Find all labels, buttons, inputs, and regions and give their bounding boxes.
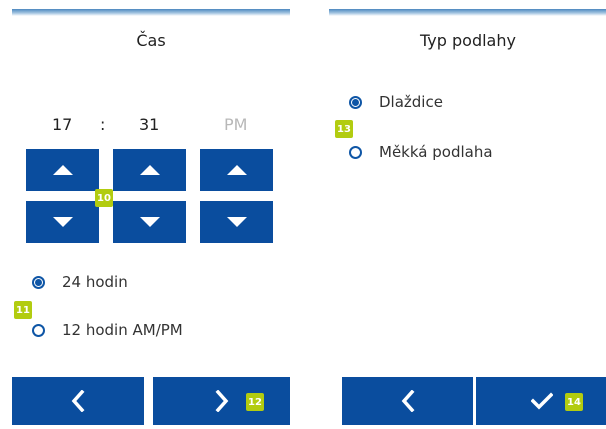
radio-button[interactable] bbox=[349, 145, 362, 159]
minutes-up-button[interactable] bbox=[113, 149, 186, 191]
confirm-button[interactable] bbox=[476, 377, 606, 425]
header-bar bbox=[329, 9, 606, 16]
chevron-left-icon bbox=[71, 390, 85, 412]
format-option-label: 24 hodin bbox=[62, 273, 128, 291]
floor-option-tiles[interactable]: Dlaždice bbox=[349, 93, 443, 111]
hours-up-button[interactable] bbox=[26, 149, 99, 191]
minutes-down-button[interactable] bbox=[113, 201, 186, 243]
callout-badge: 13 bbox=[335, 120, 353, 138]
ampm-up-button[interactable] bbox=[200, 149, 273, 191]
checkmark-icon bbox=[530, 392, 553, 410]
back-button[interactable] bbox=[12, 377, 144, 425]
triangle-down-icon bbox=[52, 217, 73, 227]
floor-type-screen: Typ podlahy Dlaždice 13 Měkká podlaha 14 bbox=[329, 9, 606, 429]
triangle-up-icon bbox=[226, 165, 247, 175]
time-settings-screen: Čas 17 : 31 PM 10 24 hodin 11 12 hodin A… bbox=[12, 9, 290, 429]
back-button[interactable] bbox=[342, 377, 473, 425]
format-option-12h[interactable]: 12 hodin AM/PM bbox=[32, 321, 183, 339]
triangle-down-icon bbox=[226, 217, 247, 227]
screen-title: Čas bbox=[136, 31, 166, 50]
screen-title: Typ podlahy bbox=[420, 31, 516, 50]
floor-option-label: Dlaždice bbox=[379, 93, 443, 111]
hours-down-button[interactable] bbox=[26, 201, 99, 243]
chevron-left-icon bbox=[401, 390, 414, 412]
floor-option-soft[interactable]: Měkká podlaha bbox=[349, 143, 493, 161]
radio-selected-dot bbox=[352, 98, 359, 106]
ampm-down-button[interactable] bbox=[200, 201, 273, 243]
format-option-label: 12 hodin AM/PM bbox=[62, 321, 183, 339]
next-button[interactable] bbox=[153, 377, 290, 425]
callout-badge: 12 bbox=[246, 393, 264, 411]
radio-button[interactable] bbox=[32, 275, 45, 289]
ampm-indicator: PM bbox=[224, 115, 248, 134]
time-separator: : bbox=[100, 115, 106, 134]
minutes-value: 31 bbox=[139, 115, 160, 134]
callout-badge: 11 bbox=[14, 301, 32, 319]
callout-badge: 14 bbox=[565, 393, 583, 411]
triangle-up-icon bbox=[52, 165, 73, 175]
floor-option-label: Měkká podlaha bbox=[379, 143, 493, 161]
callout-badge: 10 bbox=[95, 189, 113, 207]
format-option-24h[interactable]: 24 hodin bbox=[32, 273, 128, 291]
radio-button[interactable] bbox=[349, 95, 362, 109]
chevron-right-icon bbox=[215, 390, 228, 412]
triangle-up-icon bbox=[139, 165, 160, 175]
header-bar bbox=[12, 9, 290, 16]
radio-button[interactable] bbox=[32, 323, 45, 337]
radio-selected-dot bbox=[35, 278, 42, 286]
hours-value: 17 bbox=[52, 115, 73, 134]
triangle-down-icon bbox=[139, 217, 160, 227]
